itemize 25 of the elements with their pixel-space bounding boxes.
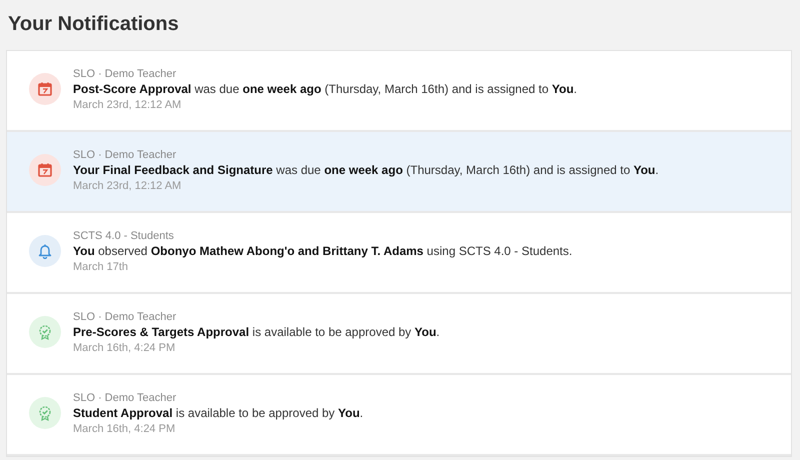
calendar-icon [37, 162, 53, 178]
calendar-icon [37, 81, 53, 97]
notification-message: Student Approval is available to be approved by You. [73, 405, 364, 422]
notification-item[interactable]: SLO · Demo Teacher Your Final Feedback and Signature was due one week ago (Thursday, March 16th) and is assigned to You. March 23rd, 12:12 AM [7, 132, 791, 213]
notification-message: Your Final Feedback and Signature was due one week ago (Thursday, March 16th) and is assigned to You. [73, 162, 659, 179]
notification-item[interactable]: SLO · Demo Teacher Student Approval is available to be approved by You. March 16th, 4:24 PM [7, 375, 791, 456]
bell-icon [37, 243, 53, 259]
notification-source: SLO · Demo Teacher [73, 67, 178, 81]
notification-time: March 16th, 4:24 PM [73, 422, 176, 437]
notification-time: March 23rd, 12:12 AM [73, 179, 182, 194]
notification-time: March 16th, 4:24 PM [73, 341, 176, 356]
notification-message: Pre-Scores & Targets Approval is available to be approved by You. [73, 324, 440, 341]
badge-check-icon [37, 405, 53, 421]
notification-time: March 23rd, 12:12 AM [73, 98, 182, 113]
notification-message: Post-Score Approval was due one week ago (Thursday, March 16th) and is assigned to You. [73, 81, 578, 98]
notification-source: SLO · Demo Teacher [73, 391, 178, 405]
notification-source: SLO · Demo Teacher [73, 310, 178, 324]
page-title: Your Notifications [7, 12, 180, 37]
notification-item[interactable]: SLO · Demo Teacher Pre-Scores & Targets Approval is available to be approved by You. March 16th, 4:24 PM [7, 294, 791, 375]
badge-check-icon [37, 324, 53, 340]
notification-source: SLO · Demo Teacher [73, 148, 178, 162]
notification-item[interactable]: SCTS 4.0 - Students You observed Obonyo Mathew Abong'o and Brittany T. Adams using SCTS 4.0 - Students. March 17th [7, 213, 791, 294]
notification-source: SCTS 4.0 - Students [73, 229, 175, 243]
notification-time: March 17th [73, 260, 130, 275]
notification-message: You observed Obonyo Mathew Abong'o and Brittany T. Adams using SCTS 4.0 - Students. [73, 243, 572, 260]
